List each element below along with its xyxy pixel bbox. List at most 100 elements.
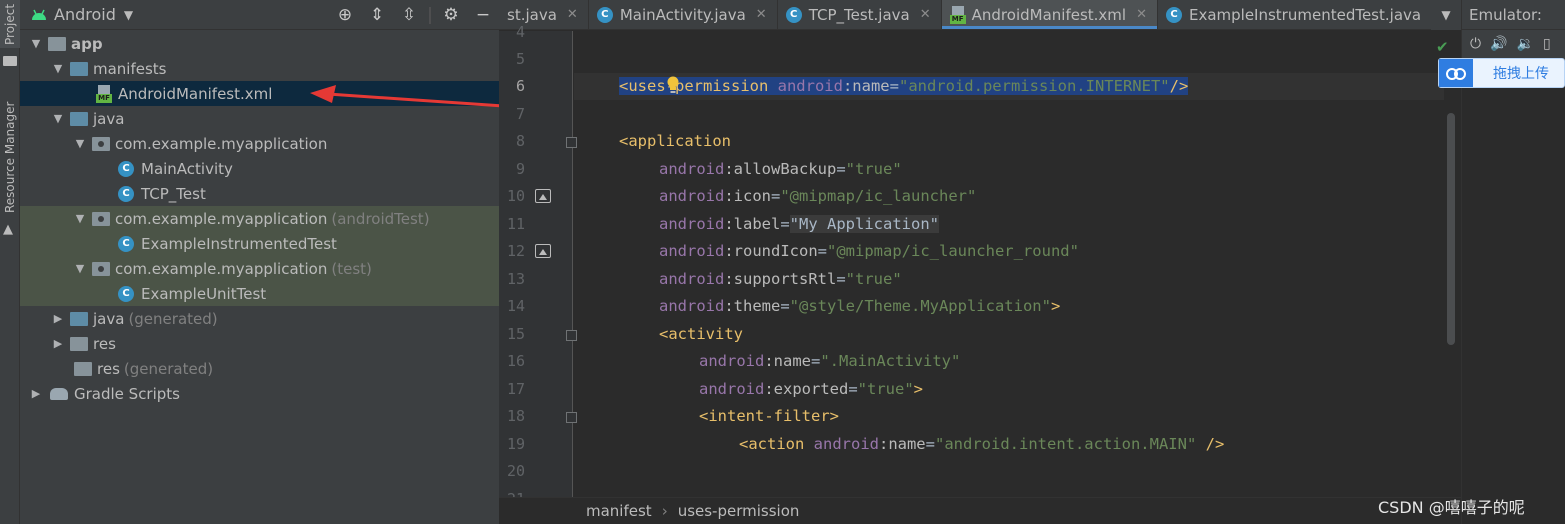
- tree-item-label: MainActivity: [141, 159, 233, 178]
- cloud-icon: [1439, 59, 1473, 87]
- tree-item-label: java: [93, 109, 125, 128]
- test-class-icon: C: [118, 235, 134, 252]
- watermark: CSDN @嘻嘻子的呢: [1378, 498, 1525, 517]
- breadcrumb-separator: ›: [661, 502, 668, 520]
- chevron-down-icon[interactable]: ▼: [72, 212, 88, 225]
- folder-icon: [70, 336, 88, 351]
- code-line: android:icon="@mipmap/ic_launcher": [659, 187, 977, 205]
- tree-item-res-generated[interactable]: res (generated): [20, 356, 499, 381]
- breadcrumb-item[interactable]: manifest: [586, 502, 652, 520]
- line-number: 19: [506, 435, 525, 453]
- tree-item-androidmanifest[interactable]: MF AndroidManifest.xml: [20, 81, 499, 106]
- tab-exampleinstrumentedtest[interactable]: C ExampleInstrumentedTest.java ✕: [1158, 0, 1453, 29]
- tree-item-java-generated[interactable]: ▶ java (generated): [20, 306, 499, 331]
- line-number: 16: [506, 352, 525, 370]
- tree-item-package-test[interactable]: ▼ com.example.myapplication (test): [20, 256, 499, 281]
- chevron-down-icon[interactable]: ▼: [50, 62, 66, 75]
- project-panel-header: Android ▼ ⊕ ⇕ ⇳ | ⚙ −: [20, 0, 499, 30]
- line-number: 12: [506, 242, 525, 260]
- line-number: 13: [506, 270, 525, 288]
- editor-area: st.java ✕ C MainActivity.java ✕ C TCP_Te…: [499, 0, 1461, 524]
- tree-item-app[interactable]: ▼ app: [20, 31, 499, 56]
- tree-item-label: res: [93, 334, 116, 353]
- tree-item-package[interactable]: ▼ com.example.myapplication: [20, 131, 499, 156]
- chevron-right-icon[interactable]: ▶: [28, 387, 44, 400]
- tree-item-res[interactable]: ▶ res: [20, 331, 499, 356]
- tree-item-label: com.example.myapplication: [115, 134, 328, 153]
- tree-item-exampleunittest[interactable]: C ExampleUnitTest: [20, 281, 499, 306]
- image-preview-icon[interactable]: [535, 244, 551, 258]
- tab-androidmanifest[interactable]: MF AndroidManifest.xml ✕: [941, 0, 1158, 29]
- generated-folder-icon: [70, 311, 88, 326]
- code-line: android:label="My Application": [659, 215, 939, 233]
- code-line: <uses-permission android:name="android.p…: [574, 73, 1444, 100]
- tree-item-exampleinstrumentedtest[interactable]: C ExampleInstrumentedTest: [20, 231, 499, 256]
- volume-down-icon[interactable]: 🔉: [1517, 36, 1534, 52]
- upload-widget[interactable]: 拖拽上传: [1438, 58, 1565, 88]
- locate-icon[interactable]: ⊕: [329, 5, 361, 25]
- line-number: 6: [515, 77, 525, 95]
- line-number: 5: [515, 50, 525, 68]
- line-number: 20: [506, 462, 525, 480]
- folder-icon: [70, 61, 88, 76]
- chevron-down-icon[interactable]: ▼: [28, 37, 44, 50]
- emulator-title: Emulator:: [1462, 0, 1565, 30]
- tree-item-qualifier: (test): [331, 259, 372, 278]
- hide-panel-icon[interactable]: −: [467, 5, 499, 25]
- project-view-selector[interactable]: Android: [54, 5, 116, 24]
- emulator-screen[interactable]: [1462, 60, 1565, 524]
- code-line: android:allowBackup="true": [659, 160, 902, 178]
- line-number: 14: [506, 297, 525, 315]
- editor-scrollbar[interactable]: [1447, 113, 1455, 345]
- tree-item-mainactivity[interactable]: C MainActivity: [20, 156, 499, 181]
- tree-item-tcp-test[interactable]: C TCP_Test: [20, 181, 499, 206]
- project-tree: ▼ app ▼ manifests MF AndroidManifest.xml…: [20, 31, 499, 406]
- close-icon[interactable]: ✕: [1136, 7, 1147, 22]
- gradle-icon: [50, 387, 68, 400]
- tree-item-manifests[interactable]: ▼ manifests: [20, 56, 499, 81]
- gear-icon[interactable]: ⚙: [435, 5, 467, 25]
- tab-tcp-test[interactable]: C TCP_Test.java ✕: [778, 0, 942, 29]
- tree-item-java[interactable]: ▼ java: [20, 106, 499, 131]
- line-number: 9: [515, 160, 525, 178]
- chevron-right-icon[interactable]: ▶: [50, 337, 66, 350]
- package-icon: [92, 261, 110, 276]
- class-icon: C: [596, 6, 613, 23]
- emulator-toolbar: ⏻ 🔊 🔉 ▯: [1462, 30, 1565, 58]
- close-icon[interactable]: ✕: [756, 7, 767, 22]
- code-line: <intent-filter>: [699, 407, 839, 425]
- chevron-down-icon[interactable]: ▼: [50, 112, 66, 125]
- line-number: 11: [506, 215, 525, 233]
- rotate-icon[interactable]: ▯: [1543, 36, 1551, 52]
- close-icon[interactable]: ✕: [920, 7, 931, 22]
- breadcrumb-item[interactable]: uses-permission: [678, 502, 800, 520]
- resource-manager-tool-tab[interactable]: Resource Manager: [0, 96, 20, 218]
- left-tool-strip: Project Resource Manager ▲: [0, 0, 20, 524]
- expand-all-icon[interactable]: ⇕: [361, 5, 393, 25]
- lightbulb-icon[interactable]: [666, 76, 680, 94]
- chevron-down-icon[interactable]: ▼: [72, 262, 88, 275]
- collapse-all-icon[interactable]: ⇳: [393, 5, 425, 25]
- power-icon[interactable]: ⏻: [1470, 36, 1481, 52]
- manifest-file-icon: MF: [949, 5, 966, 24]
- line-number: 17: [506, 380, 525, 398]
- tree-item-package-androidtest[interactable]: ▼ com.example.myapplication (androidTest…: [20, 206, 499, 231]
- chevron-down-icon[interactable]: ▼: [124, 8, 133, 22]
- chevron-right-icon[interactable]: ▶: [50, 312, 66, 325]
- tree-item-label: ExampleUnitTest: [141, 284, 267, 303]
- code-editor[interactable]: <uses-permission android:name="android.p…: [574, 31, 1444, 497]
- code-line: android:supportsRtl="true": [659, 270, 902, 288]
- project-tool-tab[interactable]: Project: [0, 0, 20, 48]
- chevron-down-icon[interactable]: ▼: [1431, 0, 1461, 30]
- volume-up-icon[interactable]: 🔊: [1490, 36, 1507, 52]
- close-icon[interactable]: ✕: [567, 7, 578, 22]
- line-number: 4: [515, 23, 525, 41]
- line-number: 10: [506, 187, 525, 205]
- tree-item-label: AndroidManifest.xml: [118, 84, 273, 103]
- image-preview-icon[interactable]: [535, 189, 551, 203]
- checkmark-icon: ✔: [1436, 38, 1449, 56]
- tree-item-gradle-scripts[interactable]: ▶ Gradle Scripts: [20, 381, 499, 406]
- chevron-down-icon[interactable]: ▼: [72, 137, 88, 150]
- tab-mainactivity[interactable]: C MainActivity.java ✕: [589, 0, 778, 29]
- folder-icon: [3, 56, 17, 66]
